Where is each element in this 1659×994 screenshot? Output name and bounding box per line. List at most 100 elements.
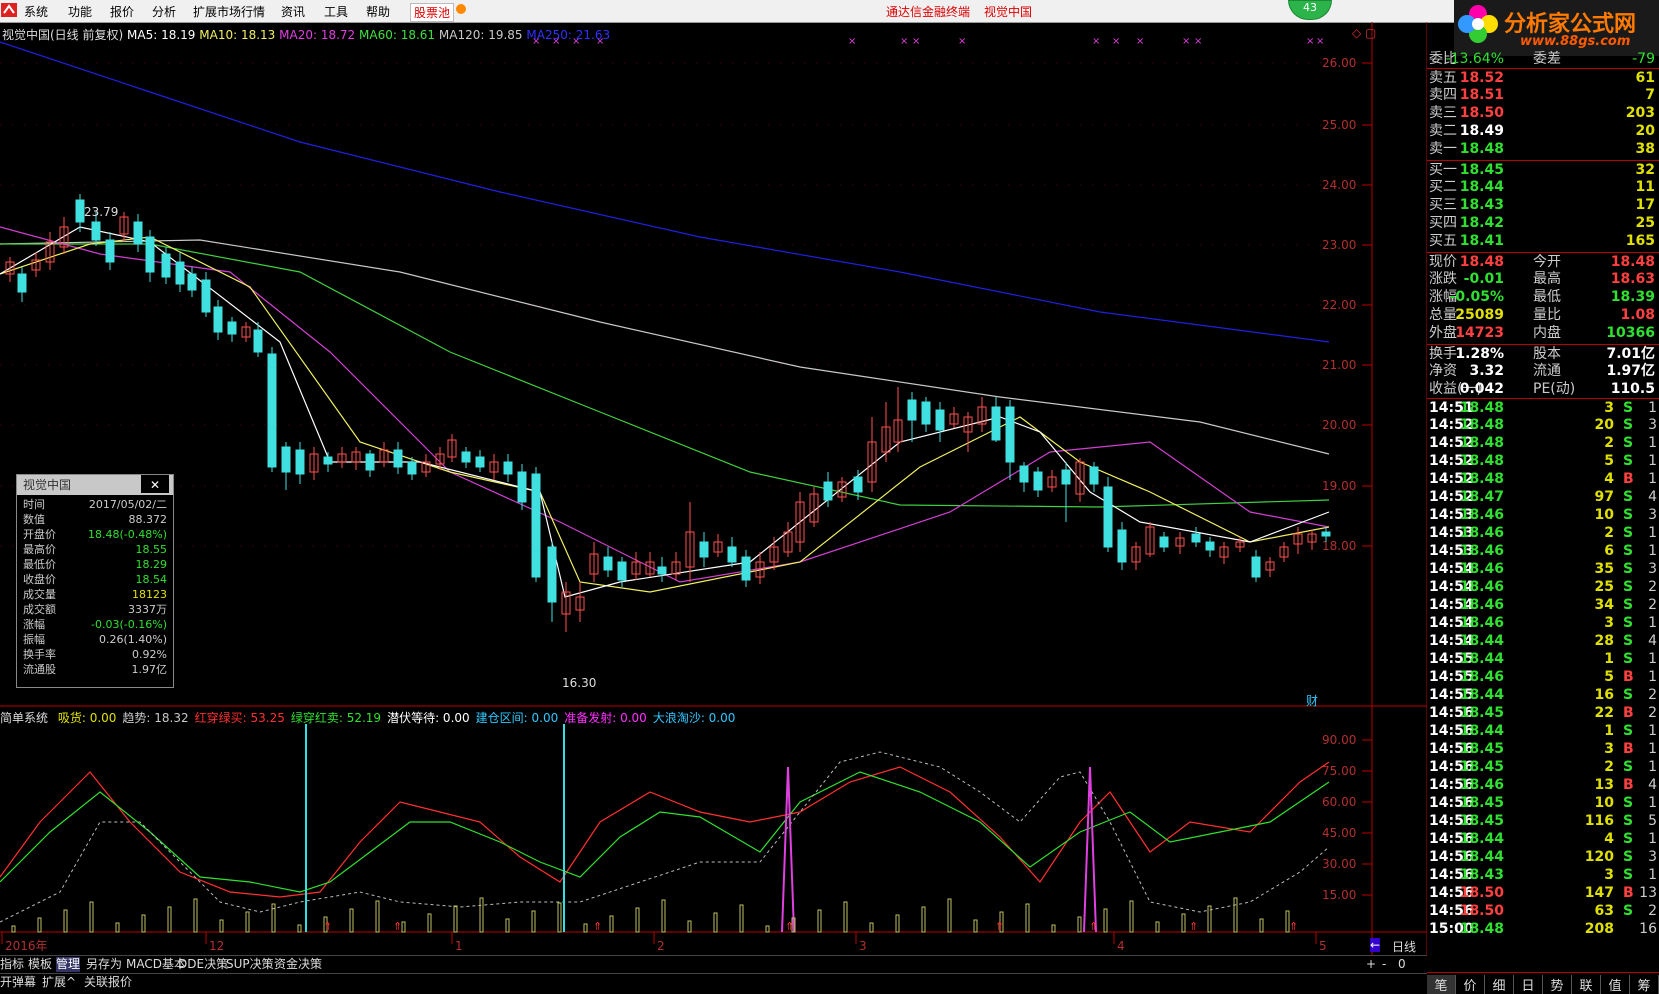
indicator-axis-label: 45.00 (1322, 826, 1356, 840)
bottom-tab[interactable]: DDE决策 (178, 957, 228, 972)
data-info-window[interactable]: 视觉中国 ✕ 时间 2017/05/02/二 数值 88.372 开盘价 18.48(-0… (16, 474, 174, 688)
info-row: 换手率 0.92% (17, 647, 173, 662)
zoom-control-button[interactable]: 0 (1398, 957, 1406, 972)
volume-bar (1207, 905, 1212, 933)
tick-count: 4 (1648, 777, 1657, 793)
tick-count: 13 (1639, 885, 1657, 901)
tick-row: 14:54 18.46 25 S 2 (1427, 578, 1659, 596)
kline-chart-area[interactable]: 26.00 25.00 24.00 23.00 22.00 21.00 20.00 19.00… (0, 22, 1427, 966)
info-row: 成交额 3337万 (17, 602, 173, 617)
candle-body (91, 221, 101, 241)
info-row-value: 18.29 (135, 558, 168, 571)
bottom-tab[interactable]: SUP决策 (226, 957, 274, 972)
menu-bar: 系统 功能 报价 分析 扩展市场行情 资讯 工具 帮助 股票池 通达信金融终端 … (0, 0, 1659, 56)
quote-tab[interactable]: 笔 (1427, 975, 1456, 994)
ask-row: 卖二 18.49 20 (1427, 122, 1659, 140)
bottom-tab[interactable]: 资金决策 (274, 957, 322, 972)
tick-direction: B (1623, 705, 1634, 721)
bottom-tab[interactable]: 指标 (0, 957, 24, 972)
tick-direction: S (1623, 903, 1634, 919)
extension-tab-bar: 开弹幕 扩展^ 关联报价 (0, 973, 1427, 993)
menu-analysis[interactable]: 分析 (152, 3, 176, 20)
tick-volume: 5 (1604, 453, 1614, 469)
menu-quote[interactable]: 报价 (110, 3, 134, 20)
candle-body (461, 451, 471, 463)
close-icon[interactable]: ✕ (141, 475, 169, 493)
candle-body (1251, 556, 1261, 578)
candle-body (741, 556, 751, 581)
tick-count: 1 (1648, 795, 1657, 811)
indicator-legend-item: 潜伏等待: 0.00 (387, 711, 470, 725)
info-row-key: 数值 (23, 513, 45, 526)
quote-tab[interactable]: 筹 (1630, 975, 1659, 994)
volume-bar (11, 925, 16, 933)
tick-price: 18.45 (1459, 705, 1504, 721)
menu-help[interactable]: 帮助 (366, 3, 390, 20)
menu-stock-pool[interactable]: 股票池 (410, 3, 455, 22)
bottom-tab[interactable]: 关联报价 (84, 975, 132, 990)
tick-count: 3 (1648, 849, 1657, 865)
bottom-tab[interactable]: 管理 (56, 957, 81, 972)
period-label[interactable]: 日线 (1392, 938, 1416, 955)
tick-direction: S (1623, 615, 1634, 631)
tick-row: 14:52 18.47 97 S 4 (1427, 488, 1659, 506)
ma10-line (0, 236, 1330, 593)
event-marker-icon: × (1112, 36, 1120, 47)
online-count-badge[interactable]: 43 (1288, 0, 1332, 20)
quote-tab[interactable]: 值 (1601, 975, 1630, 994)
tick-row: 14:54 18.44 28 S 4 (1427, 632, 1659, 650)
chart-options-icon[interactable]: ◇ ▢ (1352, 26, 1376, 40)
ma120-line (0, 239, 1330, 455)
tick-direction: B (1623, 471, 1634, 487)
tick-count: 2 (1648, 705, 1657, 721)
candle-body (699, 541, 709, 558)
menu-system[interactable]: 系统 (24, 3, 48, 20)
financial-marker[interactable]: 财 (1306, 692, 1318, 709)
bottom-tab[interactable]: 模板 (28, 957, 52, 972)
menu-tools[interactable]: 工具 (324, 3, 348, 20)
quote-tab[interactable]: 势 (1543, 975, 1572, 994)
bottom-tab[interactable]: 开弹幕 (0, 975, 36, 990)
tick-price: 18.45 (1459, 759, 1504, 775)
candle-body (935, 409, 945, 431)
menu-news[interactable]: 资讯 (281, 3, 305, 20)
candle-body (1321, 531, 1331, 537)
candle-body (145, 236, 155, 273)
quote-tab[interactable]: 价 (1456, 975, 1485, 994)
menu-extended-market[interactable]: 扩展市场行情 (193, 3, 265, 20)
bid-price: 18.44 (1459, 179, 1504, 195)
quote-tab[interactable]: 联 (1572, 975, 1601, 994)
bid-volume: 32 (1635, 162, 1655, 178)
quote-value: 25089 (1455, 307, 1504, 323)
info-window-header[interactable]: 视觉中国 ✕ (17, 475, 173, 495)
volume-bar (947, 898, 952, 933)
quote-tab[interactable]: 细 (1485, 975, 1514, 994)
tick-row: 14:56 18.44 1 S 1 (1427, 722, 1659, 740)
volume-bar (973, 919, 978, 933)
info-row: 最低价 18.29 (17, 557, 173, 572)
bottom-tab[interactable]: 另存为 (86, 957, 122, 972)
ask-volume: 38 (1635, 141, 1655, 157)
price-axis-label: 26.00 (1322, 56, 1356, 70)
quote-value: 18.39 (1610, 289, 1655, 305)
tick-count: 3 (1648, 507, 1657, 523)
candle-body (1117, 529, 1127, 563)
menu-function[interactable]: 功能 (68, 3, 92, 20)
zoom-control-button[interactable]: - (1382, 957, 1386, 972)
event-marker-icon: × (1182, 36, 1190, 47)
ask-price: 18.50 (1459, 105, 1504, 121)
candle-body (201, 279, 211, 313)
quote-tab[interactable]: 日 (1514, 975, 1543, 994)
tick-direction: S (1623, 417, 1634, 433)
period-prev-button[interactable]: ← (1370, 938, 1381, 952)
zoom-control-button[interactable]: + (1366, 957, 1376, 972)
ask-volume: 20 (1635, 123, 1655, 139)
bottom-tab[interactable]: MACD基本 (126, 957, 186, 972)
bid-level-label: 买三 (1429, 197, 1457, 213)
volume-bar (895, 914, 900, 933)
legend-ma60: MA60: 18.61 (359, 28, 436, 42)
ask-row: 卖四 18.51 7 (1427, 86, 1659, 104)
bottom-tab[interactable]: 扩展^ (42, 975, 76, 990)
tick-count: 1 (1648, 867, 1657, 883)
indicator-legend: 简单系统 吸货: 0.00 趋势: 18.32 红穿绿买: 53.25 绿穿红卖: 5… (0, 709, 735, 726)
